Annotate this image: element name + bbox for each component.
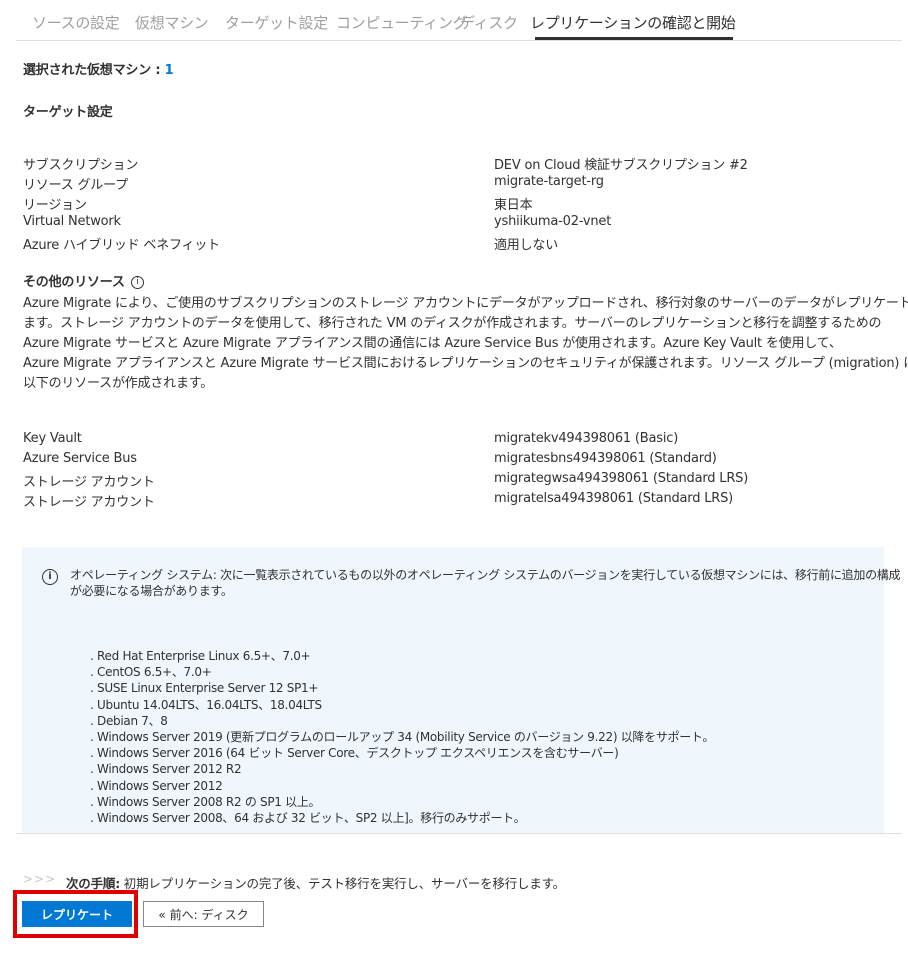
tab-source-settings[interactable]: ソースの設定 xyxy=(32,12,120,33)
next-steps: 次の手順: 初期レプリケーションの完了後、テスト移行を実行し、サーバーを移行しま… xyxy=(66,873,565,892)
selected-vms-count: 1 xyxy=(164,63,174,78)
previous-disks-button[interactable]: « 前へ: ディスク xyxy=(143,901,264,927)
target-settings-heading: ターゲット設定 xyxy=(23,105,113,120)
other-resources-title: その他のリソース xyxy=(23,275,125,290)
hybrid-benefit-label: Azure ハイブリッド ベネフィット xyxy=(23,238,220,253)
description-line: ます。ストレージ アカウントのデータを使用して、移行された VM のディスクが作… xyxy=(23,316,882,331)
os-notice-message: オペレーティング システム: 次に一覧表示されているもの以外のオペレーティング … xyxy=(70,567,900,599)
info-icon: i xyxy=(42,569,58,585)
service-bus-label: Azure Service Bus xyxy=(23,451,137,466)
description-line: Azure Migrate により、ご使用のサブスクリプションのストレージ アカ… xyxy=(23,296,908,311)
list-item: . Debian 7、8 xyxy=(90,713,168,728)
os-notice-line: オペレーティング システム: 次に一覧表示されているもの以外のオペレーティング … xyxy=(70,568,901,582)
tab-disks[interactable]: ディスク xyxy=(460,12,518,33)
supported-os-list: . Red Hat Enterprise Linux 6.5+、7.0+ . C… xyxy=(90,648,714,826)
subscription-label: サブスクリプション xyxy=(23,158,139,173)
list-item: . Red Hat Enterprise Linux 6.5+、7.0+ xyxy=(90,649,311,663)
subscription-value: DEV on Cloud 検証サブスクリプション #2 xyxy=(494,158,748,173)
region-value: 東日本 xyxy=(494,198,533,213)
tab-target-settings[interactable]: ターゲット設定 xyxy=(225,12,328,33)
key-vault-label: Key Vault xyxy=(23,431,82,446)
list-item: . Windows Server 2016 (64 ビット Server Cor… xyxy=(90,746,619,761)
os-support-notice: i オペレーティング システム: 次に一覧表示されているもの以外のオペレーティン… xyxy=(22,547,900,833)
list-item: . Windows Server 2019 (更新プログラムのロールアップ 34… xyxy=(90,730,715,745)
resource-group-value: migrate-target-rg xyxy=(494,174,604,189)
wizard-tabs: ソースの設定 仮想マシン ターゲット設定 コンピューティング ディスク レプリケ… xyxy=(16,0,902,41)
other-resources-heading: その他のリソース i xyxy=(23,271,144,290)
storage-account-label: ストレージ アカウント xyxy=(23,495,155,510)
region-label: リージョン xyxy=(23,198,87,213)
storage-account-label: ストレージ アカウント xyxy=(23,475,155,490)
key-vault-value: migratekv494398061 (Basic) xyxy=(494,431,679,446)
next-steps-label: 次の手順: xyxy=(66,876,120,891)
chevron-right-icon: >>> xyxy=(23,872,57,886)
replicate-button[interactable]: レプリケート xyxy=(22,901,132,927)
storage-account-value: migratelsa494398061 (Standard LRS) xyxy=(494,491,734,506)
active-tab-indicator xyxy=(535,37,733,40)
tab-review-start-replication[interactable]: レプリケーションの確認と開始 xyxy=(530,12,736,33)
tab-virtual-machines[interactable]: 仮想マシン xyxy=(135,12,209,33)
list-item: . Windows Server 2008、64 および 32 ビット、SP2 … xyxy=(90,811,526,826)
other-resources-description: Azure Migrate により、ご使用のサブスクリプションのストレージ アカ… xyxy=(23,294,908,394)
footer-divider xyxy=(16,833,902,834)
list-item: . Windows Server 2008 R2 の SP1 以上。 xyxy=(90,794,321,809)
list-item: . SUSE Linux Enterprise Server 12 SP1+ xyxy=(90,681,319,696)
os-notice-line: が必要になる場合があります。 xyxy=(70,584,233,598)
list-item: . Windows Server 2012 xyxy=(90,778,223,793)
selected-vms-summary: 選択された仮想マシン : 1 xyxy=(23,59,174,78)
list-item: . CentOS 6.5+、7.0+ xyxy=(90,665,212,680)
storage-account-value: migrategwsa494398061 (Standard LRS) xyxy=(494,471,749,486)
list-item: . Windows Server 2012 R2 xyxy=(90,762,242,777)
virtual-network-label: Virtual Network xyxy=(23,214,121,229)
description-line: Azure Migrate サービスと Azure Migrate アプライアン… xyxy=(23,336,842,351)
tab-compute[interactable]: コンピューティング xyxy=(336,12,468,33)
hybrid-benefit-value: 適用しない xyxy=(494,238,559,253)
selected-vms-label: 選択された仮想マシン : xyxy=(23,63,165,78)
virtual-network-value: yshiikuma-02-vnet xyxy=(494,214,612,229)
service-bus-value: migratesbns494398061 (Standard) xyxy=(494,451,717,466)
description-line: 以下のリソースが作成されます。 xyxy=(23,376,214,391)
list-item: . Ubuntu 14.04LTS、16.04LTS、18.04LTS xyxy=(90,697,322,712)
next-steps-text: 初期レプリケーションの完了後、テスト移行を実行し、サーバーを移行します。 xyxy=(120,876,565,891)
resource-group-label: リソース グループ xyxy=(23,178,128,193)
description-line: Azure Migrate アプライアンスと Azure Migrate サービ… xyxy=(23,356,908,371)
info-icon[interactable]: i xyxy=(130,276,144,289)
